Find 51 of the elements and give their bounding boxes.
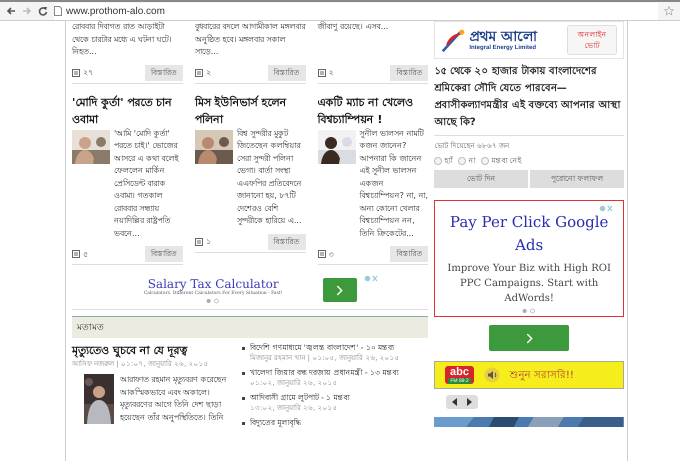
article-excerpt: বিশ্ব সুন্দরীর মুকুট জিতেছেন কলম্বিয়ার সেরা সুন্দরী পলিনা ভেগা। বার্তা সংস্থা এএফপির প্রতিবেদনে জানানো হয়, ৮৭টি দেশেরও বেশি সুন্দরীকে হারিয়ে এ... (236, 128, 302, 228)
section-title[interactable]: মতামত (77, 323, 104, 333)
article-excerpt: আরাফাত রহমান মৃত্যুবরণ করেছেন আকস্মিকভাবে এবং অকালে। মৃত্যুবরণের আগে তিনি দেশ ছাড়া হয়েছেন তাঁর অনুপস্থিতিতে। তিনি (120, 374, 228, 424)
ad-text: Improve Your Biz with High ROI PPC Campaigns. Start with AdWords! (446, 262, 612, 306)
comment-count: ২ (206, 67, 212, 79)
radio-logo-text: abc (450, 366, 469, 378)
poll-question: ১৫ থেকে ২০ হাজার টাকায় বাংলাদেশের শ্রমিকেরা সৌদি যেতে পারবেন—প্রবাসীকল্যাণমন্ত্রীর এই বক্তব্যে আপনার আস্থা আছে কি? (434, 63, 624, 136)
back-icon[interactable] (6, 6, 16, 16)
comment-count: ১ (206, 236, 212, 248)
reload-icon[interactable] (38, 6, 48, 16)
article-title[interactable]: মৃত্যুতেও ঘুচবে না যে দূরত্ব (72, 342, 232, 359)
article-excerpt: রোববার দিবাগত রাত আড়াইটা থেকে চারটার মধ্যে এ ঘটনা ঘটে। নিহত... (72, 21, 173, 58)
bullet-icon (242, 372, 245, 375)
article-excerpt: 'আমি 'মোদি কুর্তা' পরতে চাই।' ভোজের আসরে এ কথা বলেই ফেললেন মার্কিন প্রেসিডেন্ট বারাক ওবামা। গতকাল রোববার সন্ধ্যায় নয়াদিল্লির রাষ্ট্রপতি ভবনে... (114, 128, 180, 240)
chevron-right-icon (336, 284, 343, 296)
bullet-icon (242, 397, 245, 400)
bullet-icon (242, 347, 245, 350)
ad-title[interactable]: Pay Per Click Google Ads (443, 211, 615, 257)
previous-icon[interactable] (452, 398, 458, 406)
comment-count: ২ (328, 67, 335, 79)
logo-swoosh-icon (441, 27, 468, 53)
carousel-dots-icon (522, 308, 536, 314)
comment-count: ৩ (328, 248, 335, 260)
address-bar[interactable]: www.prothom-alo.com (54, 2, 658, 20)
listen-live-text: শুনুন সরাসরি!! (510, 368, 574, 383)
comment-count: ২৭ (83, 67, 94, 79)
speaker-icon (484, 367, 500, 383)
bookmark-star-icon[interactable] (664, 6, 674, 16)
comment-icon (318, 250, 326, 258)
carousel-dots-icon (206, 298, 220, 304)
comment-icon (318, 68, 326, 76)
page-icon (54, 6, 62, 16)
comment-count: ৫ (83, 248, 89, 260)
comment-icon (72, 68, 80, 76)
chevron-right-icon (526, 332, 533, 344)
article-title[interactable]: একটি ম্যাচ না খেলেও বিশ্বচ্যাম্পিয়ন ! (318, 94, 428, 128)
comment-icon (194, 68, 203, 76)
logo-text: প্রথম আলো (469, 29, 538, 45)
next-icon[interactable] (466, 398, 472, 406)
url-text: www.prothom-alo.com (66, 6, 165, 16)
article-excerpt: বুধবারের বদলে আগামীকাল মঙ্গলবার অনুষ্ঠিত হবে। মঙ্গলবার সকাল সাড়ে... (194, 21, 306, 58)
comment-icon (72, 250, 80, 258)
ad-next-button[interactable] (322, 278, 356, 302)
comment-icon (194, 238, 203, 246)
bullet-icon (242, 422, 245, 425)
article-excerpt: সুনীল ভালসন নামটি কজন জানেন? আপনারা কি জানেন এই সুনীল ভালসন একজন বিশ্বচ্যাম্পিয়ন? না, না, অন্য কোনো খেলার বিশ্বচ্যাম্পিয়ন নন, তিনি ক্রিকেটের... (360, 128, 428, 240)
article-excerpt: জীবাণু রয়েছে। এসব... (318, 21, 390, 34)
article-title[interactable]: মিস ইউনিভার্স হলেন পলিনা (194, 94, 306, 128)
ad-title[interactable]: Salary Tax Calculator (148, 276, 279, 290)
ad-box[interactable]: Pay Per Click Google Ads Improve Your Biz with High ROI PPC Campaigns. Start with AdWords! (434, 200, 624, 317)
article-title[interactable]: 'মোদি কুর্তা' পরতে চান ওবামা (72, 94, 183, 128)
